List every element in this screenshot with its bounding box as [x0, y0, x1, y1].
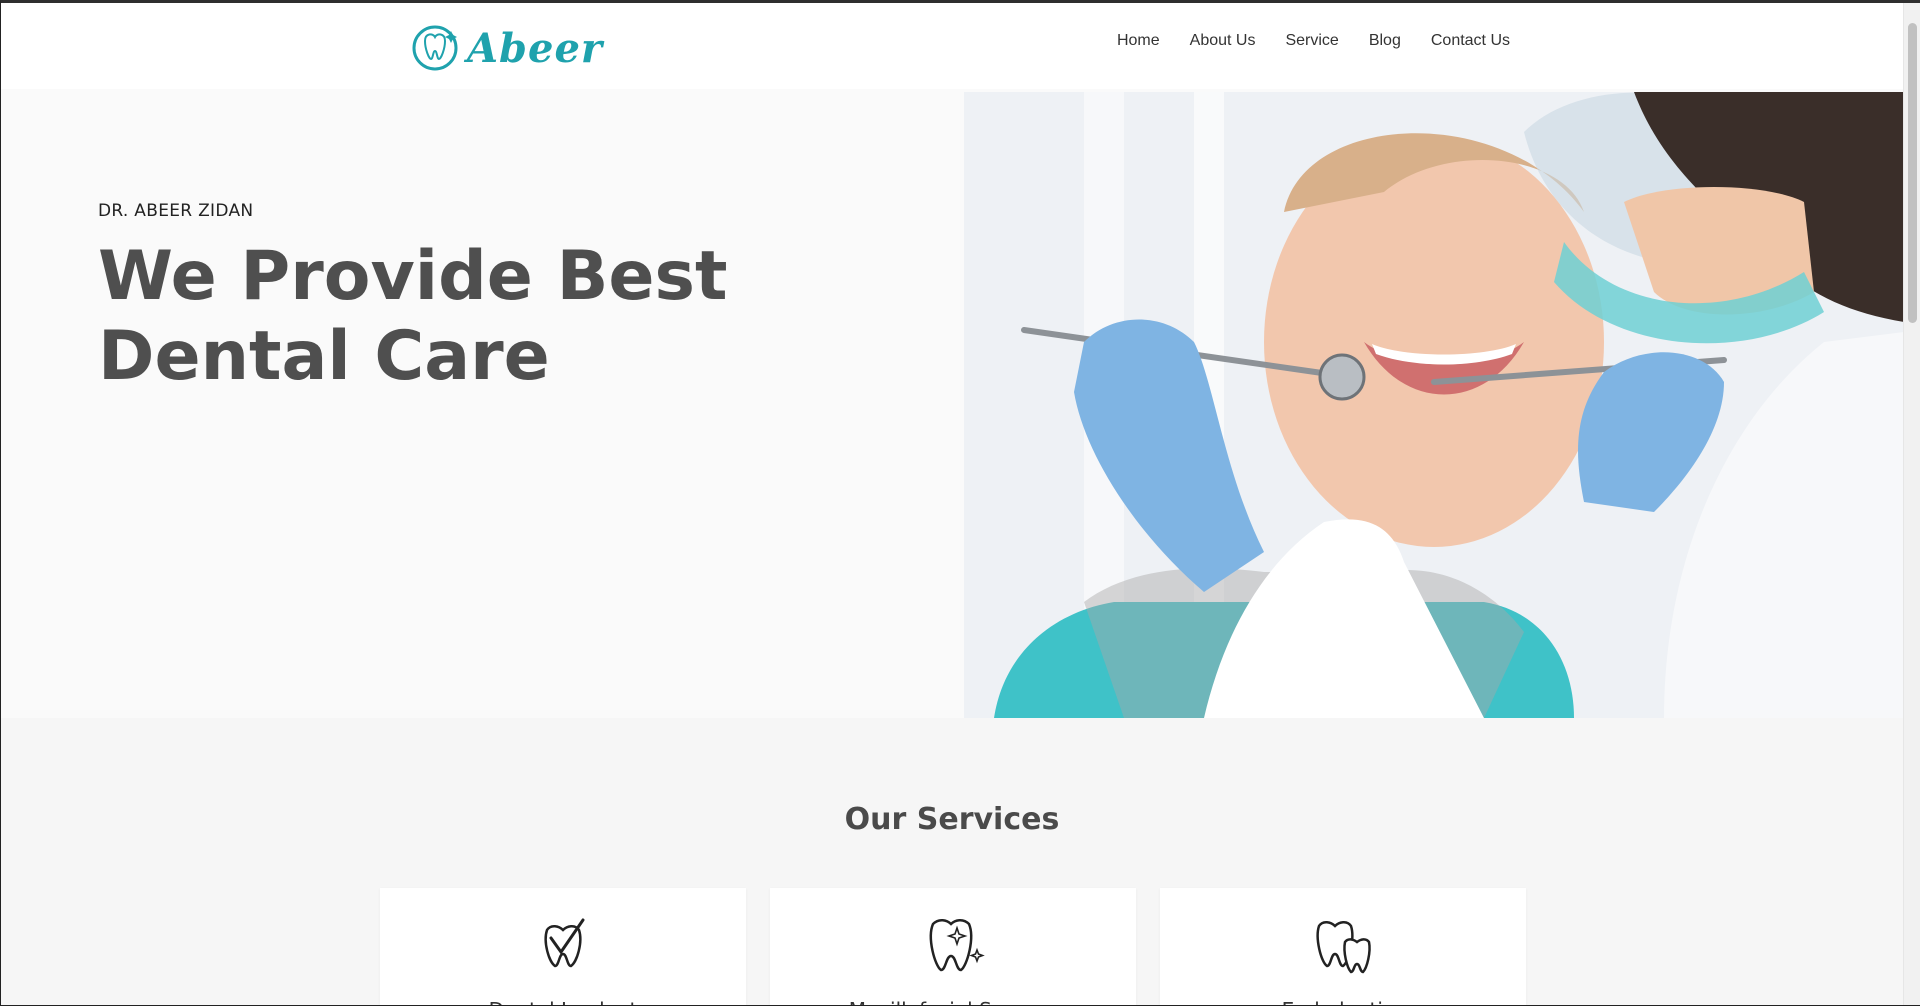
nav-service[interactable]: Service	[1285, 32, 1338, 50]
services-title: Our Services	[844, 802, 1060, 837]
hero-text: DR. ABEER ZIDAN We Provide Best Dental C…	[98, 201, 918, 397]
service-card-title: Endodontics	[1160, 998, 1526, 1005]
logo[interactable]: Abeer	[411, 23, 603, 73]
logo-wordmark: Abeer	[467, 24, 603, 72]
main-nav: Home About Us Service Blog Contact Us	[1117, 32, 1510, 50]
nav-about-us[interactable]: About Us	[1190, 32, 1256, 50]
service-card-title: Maxillofacial Surgery	[770, 998, 1136, 1005]
service-card-title: Dental Implant	[380, 998, 746, 1005]
dentist-photo	[964, 92, 1904, 718]
site-header: Abeer Home About Us Service Blog Contact…	[1, 3, 1903, 91]
scroll-thumb[interactable]	[1908, 23, 1917, 323]
tooth-check-icon	[544, 918, 585, 968]
hero-kicker: DR. ABEER ZIDAN	[98, 201, 254, 221]
services-cards: Dental Implant Maxillofacial Surgery End…	[380, 888, 1526, 1005]
hero-section: DR. ABEER ZIDAN We Provide Best Dental C…	[1, 89, 1904, 718]
service-card-maxillofacial-surgery[interactable]: Maxillofacial Surgery	[770, 888, 1136, 1005]
browser-viewport: Abeer Home About Us Service Blog Contact…	[0, 0, 1920, 1006]
services-section: Our Services Dental Implant Maxillofacia…	[1, 718, 1903, 1005]
service-card-endodontics[interactable]: Endodontics	[1160, 888, 1526, 1005]
service-card-dental-implant[interactable]: Dental Implant	[380, 888, 746, 1005]
two-teeth-icon	[1316, 921, 1371, 974]
tooth-logo-icon	[412, 25, 458, 71]
nav-home[interactable]: Home	[1117, 32, 1160, 50]
page-scrollbar[interactable]	[1903, 3, 1920, 1005]
tooth-sparkle-icon	[929, 919, 985, 972]
nav-blog[interactable]: Blog	[1369, 32, 1401, 50]
hero-image	[964, 92, 1904, 718]
hero-headline: We Provide Best Dental Care	[98, 237, 728, 396]
nav-contact-us[interactable]: Contact Us	[1431, 32, 1510, 50]
